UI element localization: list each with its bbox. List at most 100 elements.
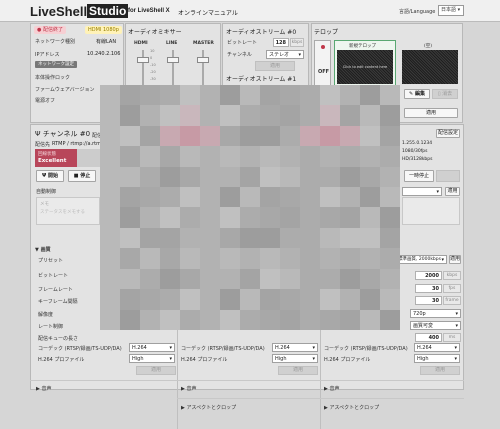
mosaic-cell (360, 268, 380, 290)
profile-select-3[interactable]: High (414, 354, 460, 363)
mosaic-cell (220, 289, 240, 310)
mosaic-cell (200, 187, 220, 208)
mosaic-cell (220, 125, 240, 147)
audio-section-2[interactable]: ▶ 音声 (181, 385, 196, 392)
mosaic-cell (240, 187, 260, 208)
language-select[interactable]: 日本語 ▾ (438, 5, 464, 16)
mosaic-cell (240, 125, 260, 147)
audio-bitrate-input[interactable]: 128 (273, 38, 289, 47)
hdmi-fader-knob[interactable] (137, 57, 149, 63)
right-memo-field[interactable] (402, 197, 460, 225)
auto-control-apply[interactable]: 適用 (445, 187, 460, 196)
mosaic-cell (340, 105, 360, 126)
mosaic-cell (180, 166, 200, 188)
mosaic-cell (180, 289, 200, 310)
apply-button-1[interactable]: 適用 (136, 366, 176, 375)
mosaic-cell (220, 227, 240, 249)
audio-section-1[interactable]: ▶ 音声 (36, 385, 51, 392)
aspect-section-2[interactable]: ▶ アスペクトとクロップ (181, 404, 236, 411)
mosaic-cell (100, 207, 120, 228)
preset-apply[interactable]: 適用 (449, 255, 461, 264)
memo-field[interactable]: メモ ステータスをメモする (36, 197, 100, 225)
right-info-3: HD/3128kbps (402, 157, 433, 162)
mosaic-cell (140, 187, 160, 208)
audio-stream-apply-button[interactable]: 適用 (255, 61, 295, 71)
start-stream-label: 開始 (47, 173, 58, 179)
mosaic-cell (360, 289, 380, 310)
mosaic-cell (240, 146, 260, 167)
stop-stream-button[interactable]: ■ 停止 (68, 170, 96, 182)
keyframe-input[interactable]: 30 (415, 296, 442, 305)
extra-button[interactable] (436, 170, 460, 182)
audio-channel-select[interactable]: ステレオ (266, 50, 304, 59)
start-stream-button[interactable]: Ψ 開始 (36, 170, 64, 182)
mosaic-cell (340, 289, 360, 310)
framerate-input[interactable]: 30 (415, 284, 442, 293)
mosaic-cell (160, 166, 180, 188)
mosaic-cell (380, 85, 400, 106)
bitrate-unit: kbps (443, 271, 461, 280)
telop-empty-label: (空) (424, 44, 433, 49)
mosaic-cell (280, 227, 300, 249)
preset-select[interactable]: 標準画質, 2000kbps (395, 255, 447, 264)
mosaic-cell (360, 125, 380, 147)
telop-edit-button[interactable]: ✎ 編集 (404, 89, 430, 99)
auto-control-label: 自動制御 (36, 189, 57, 195)
rate-control-label: レート制御 (38, 324, 64, 330)
audio-section-3-text: 音声 (329, 386, 340, 392)
profile-select-1[interactable]: High (129, 354, 175, 363)
mosaic-cell (240, 207, 260, 228)
mixer-title: オーディオミキサー (128, 29, 182, 36)
mosaic-cell (360, 227, 380, 249)
quality-section-title[interactable]: ▼ 画質 (35, 246, 51, 253)
power-off-label[interactable]: 電源オフ (35, 97, 55, 104)
telop-empty-thumbnail[interactable] (402, 50, 458, 84)
antenna-icon: Ψ (35, 130, 41, 138)
mosaic-cell (300, 125, 320, 147)
audio-section-3[interactable]: ▶ 音声 (324, 385, 339, 392)
codec-select-3[interactable]: H.264 (414, 343, 460, 352)
apply-button-2[interactable]: 適用 (278, 366, 318, 375)
mosaic-cell (200, 125, 220, 147)
line-fader-knob[interactable] (167, 57, 179, 63)
mosaic-cell (280, 309, 300, 330)
queue-length-input[interactable]: 400 (415, 333, 442, 342)
mosaic-cell (120, 227, 140, 249)
profile-label-1: H.264 プロファイル (38, 357, 85, 363)
telop-apply-button[interactable]: 適用 (404, 108, 458, 118)
rate-control-select[interactable]: 画質可変 (410, 321, 461, 330)
mosaic-cell (300, 187, 320, 208)
telop-clear-button[interactable]: ▯ 消去 (432, 89, 458, 99)
codec-select-1[interactable]: H.264 (129, 343, 175, 352)
mosaic-cell (200, 207, 220, 228)
app-header: LiveShell Studio for LiveShell X オンラインマニ… (0, 0, 500, 22)
stream-status-badge: ● 配信終了 (34, 26, 66, 34)
telop-new-thumbnail[interactable]: Click to edit content here (337, 50, 393, 84)
auto-control-select[interactable] (402, 187, 442, 196)
mosaic-cell (120, 268, 140, 290)
mosaic-cell (300, 146, 320, 167)
mosaic-cell (220, 268, 240, 290)
mosaic-cell (280, 187, 300, 208)
pause-stream-button[interactable]: 一時停止 (404, 170, 434, 182)
online-manual-link[interactable]: オンラインマニュアル (178, 8, 238, 17)
mosaic-cell (200, 227, 220, 249)
resolution-select[interactable]: 720p (410, 309, 461, 318)
aspect-section-3[interactable]: ▶ アスペクトとクロップ (324, 404, 379, 411)
bottom-separator (30, 380, 464, 381)
mosaic-cell (280, 166, 300, 188)
mosaic-cell (380, 248, 400, 269)
apply-button-3[interactable]: 適用 (420, 366, 460, 375)
profile-select-2[interactable]: High (272, 354, 318, 363)
codec-select-2[interactable]: H.264 (272, 343, 318, 352)
master-fader-track (202, 50, 204, 86)
audio-section-1-text: 音声 (41, 386, 52, 392)
mosaic-cell (340, 85, 360, 106)
network-settings-button[interactable]: ネットワーク設定 (35, 61, 77, 68)
pencil-icon: ✎ (409, 91, 414, 97)
caret-down-icon: ▼ (35, 247, 39, 253)
stream-settings-button[interactable]: 配信設定 (436, 129, 460, 138)
bitrate-input[interactable]: 2000 (415, 271, 442, 280)
master-fader-knob[interactable] (197, 57, 209, 63)
keyframe-unit: frame (443, 296, 461, 305)
